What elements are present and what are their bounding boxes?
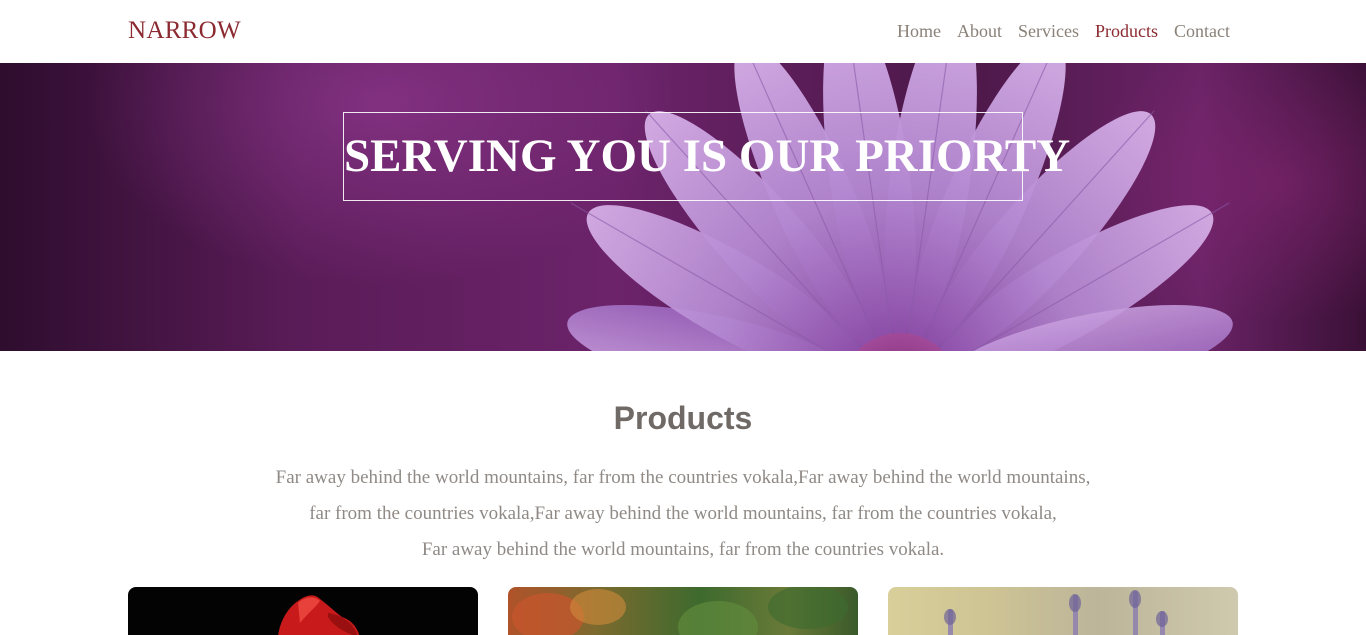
product-card-lavender[interactable] — [888, 587, 1238, 635]
product-card-red-flower[interactable] — [128, 587, 478, 635]
hero-banner: SERVING YOU IS OUR PRIORTY — [0, 63, 1366, 351]
red-flower-image — [278, 595, 360, 635]
products-description: Far away behind the world mountains, far… — [233, 460, 1133, 568]
nav-about[interactable]: About — [957, 21, 1002, 41]
product-card-colorful-flower[interactable] — [508, 587, 858, 635]
main-nav: Home About Services Products Contact — [897, 20, 1230, 42]
colorful-flower-image — [512, 587, 848, 635]
hero-flower-image — [567, 63, 1233, 351]
navbar: NARROW Home About Services Products Cont… — [0, 0, 1366, 63]
description-line: far from the countries vokala,Far away b… — [309, 503, 1057, 524]
description-line: Far away behind the world mountains, far… — [275, 467, 1091, 488]
hero-title: SERVING YOU IS OUR PRIORTY — [344, 130, 1071, 182]
nav-services[interactable]: Services — [1018, 21, 1079, 41]
nav-products[interactable]: Products — [1095, 21, 1158, 41]
hero-title-frame: SERVING YOU IS OUR PRIORTY — [343, 112, 1071, 201]
lavender-image — [944, 590, 1168, 635]
products-heading: Products — [613, 400, 753, 436]
brand-logo[interactable]: NARROW — [128, 16, 241, 46]
nav-contact[interactable]: Contact — [1174, 21, 1230, 41]
description-line: Far away behind the world mountains, far… — [421, 539, 945, 560]
nav-home[interactable]: Home — [897, 21, 941, 41]
